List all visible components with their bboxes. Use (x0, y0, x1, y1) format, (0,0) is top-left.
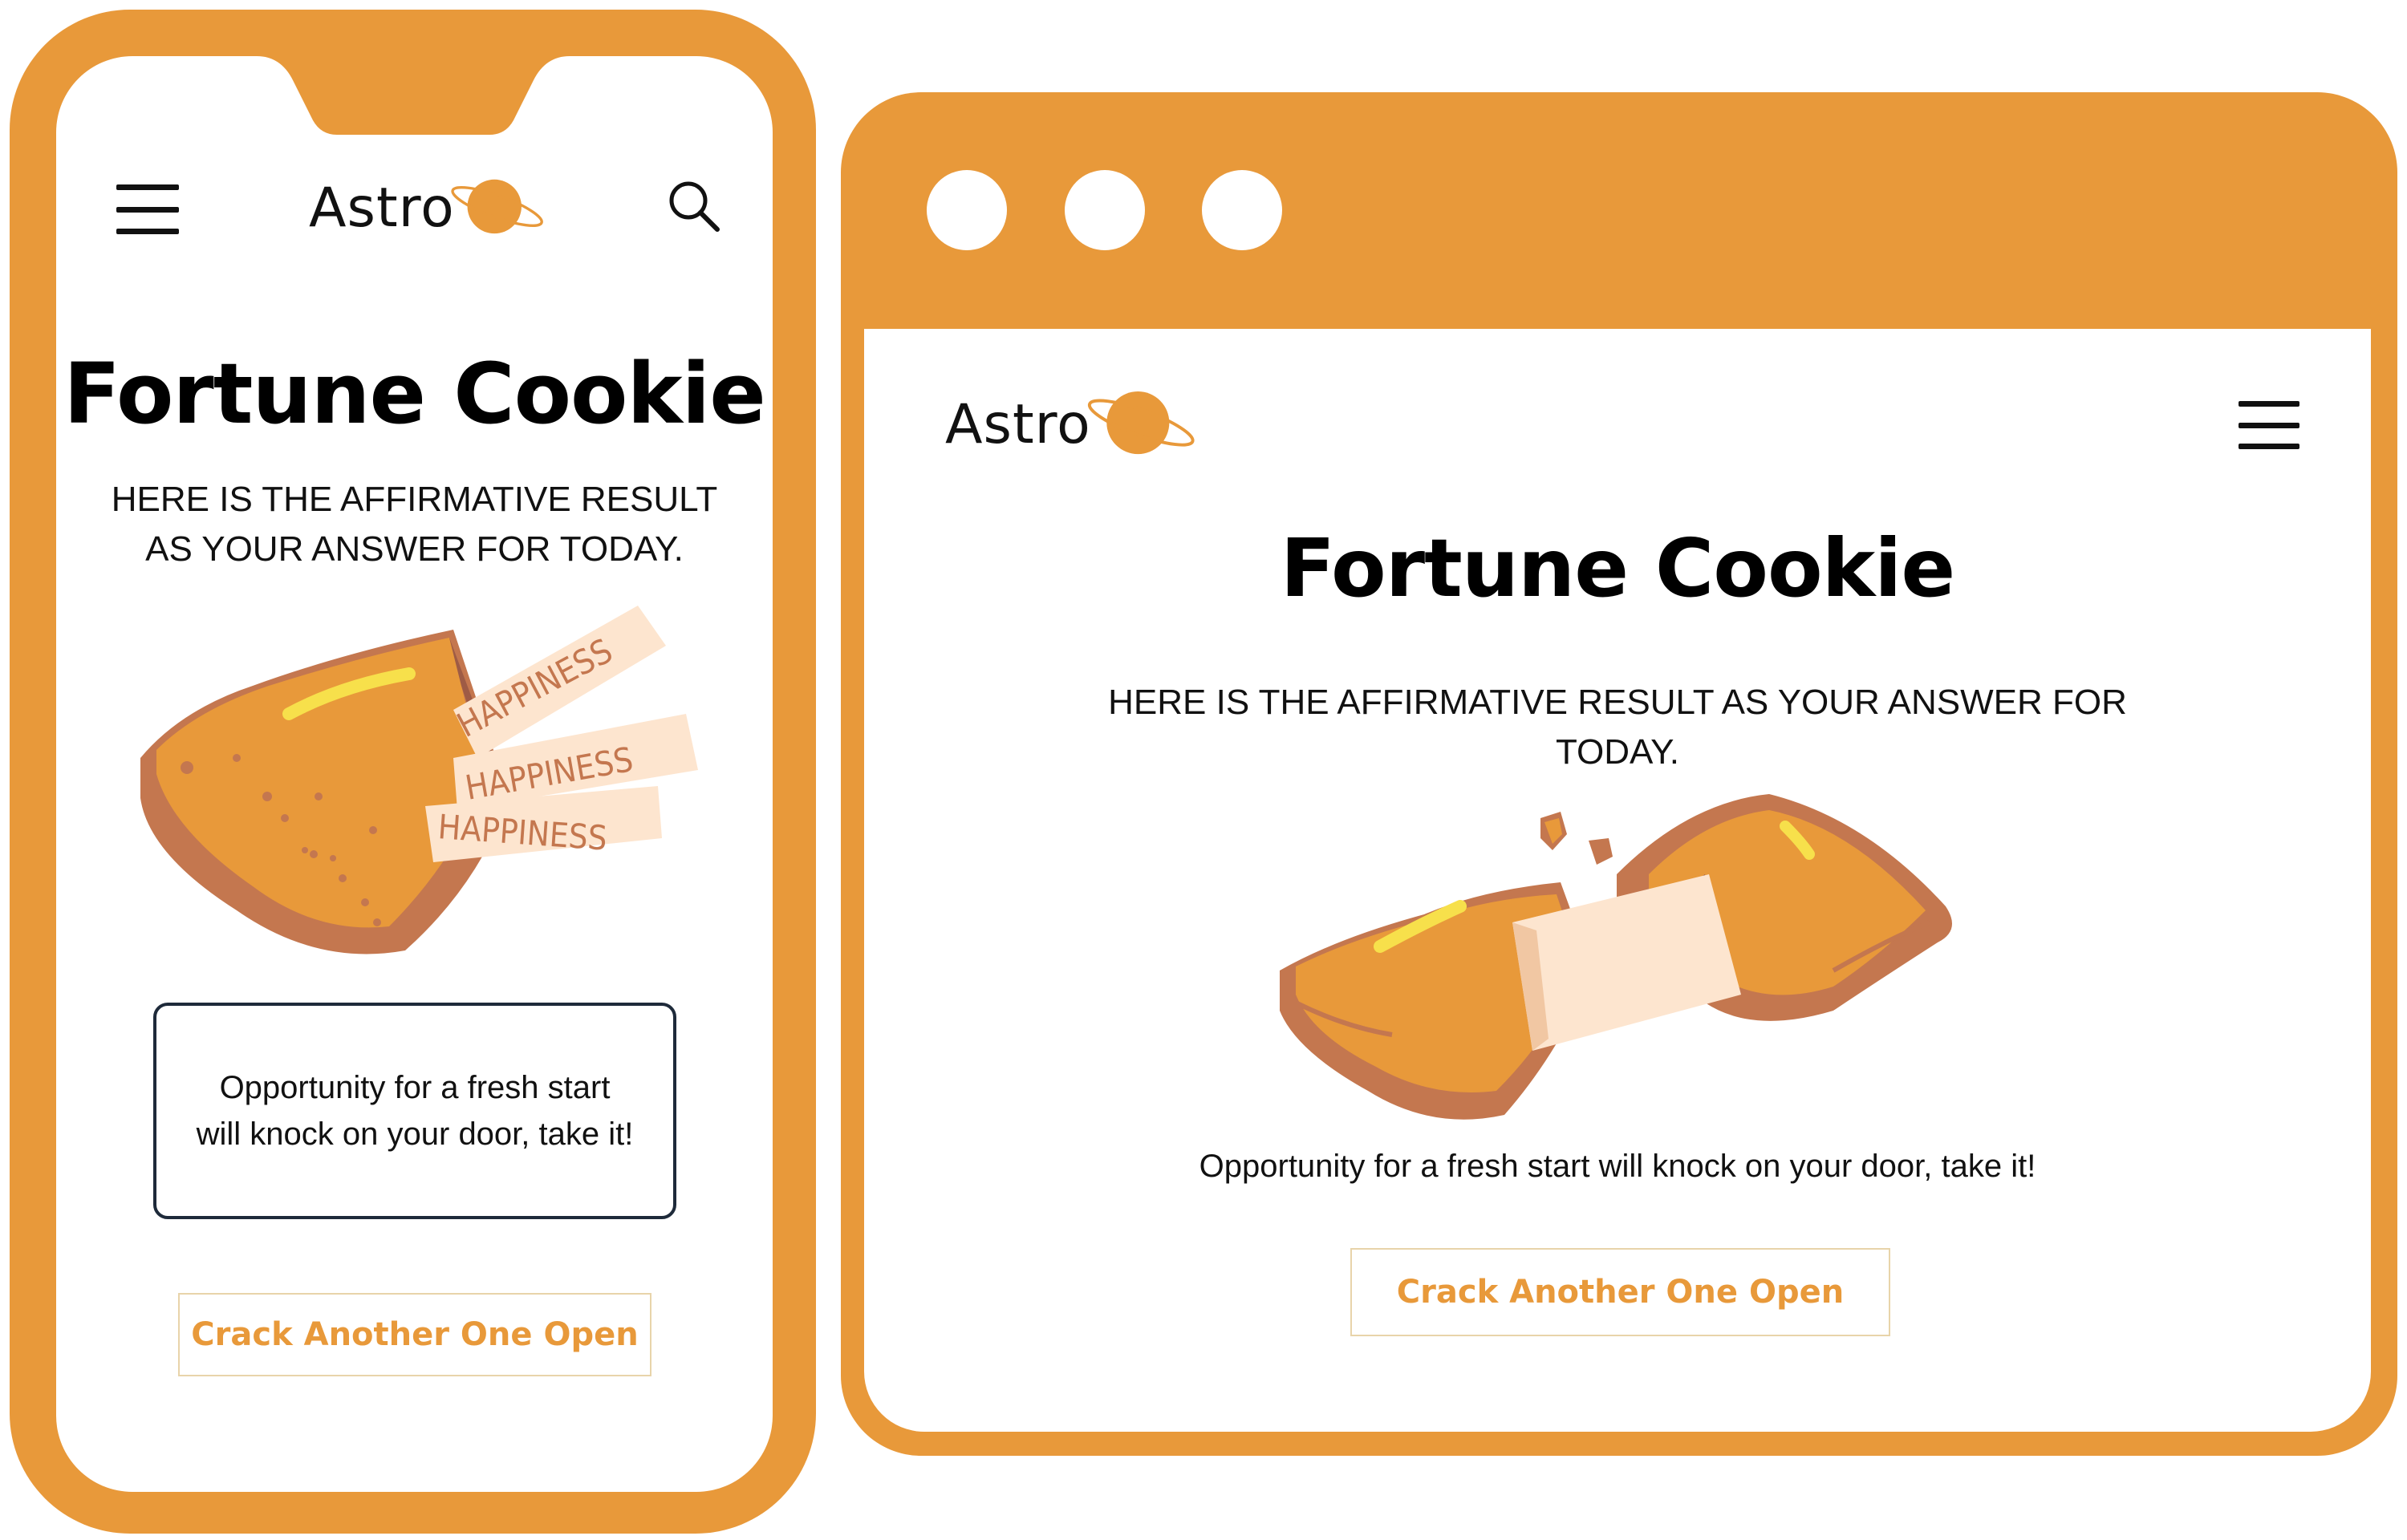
page-subtitle: HERE IS THE AFFIRMATIVE RESULT AS YOUR A… (56, 475, 773, 573)
crack-another-button[interactable]: Crack Another One Open (1350, 1248, 1890, 1336)
hamburger-icon-line (116, 206, 179, 213)
window-control-dot[interactable] (1065, 170, 1145, 250)
broken-cookie-illustration (1280, 794, 1952, 1120)
planet-icon (451, 179, 543, 234)
hamburger-icon-line (2239, 401, 2299, 407)
hamburger-icon-line (116, 229, 179, 234)
subtitle-line: HERE IS THE AFFIRMATIVE RESULT AS YOUR A… (1108, 683, 2127, 722)
desktop-logo[interactable]: Astro (945, 385, 1202, 465)
hamburger-icon-line (2239, 444, 2299, 449)
subtitle-line: HERE IS THE AFFIRMATIVE RESULT (111, 480, 718, 519)
window-control-dot[interactable] (927, 170, 1007, 250)
page-title: Fortune Cookie (63, 345, 766, 443)
page-title: Fortune Cookie (1280, 521, 1956, 615)
mobile-menu-button[interactable] (116, 184, 179, 234)
subtitle-line: TODAY. (1555, 732, 1680, 772)
fortune-line: Opportunity for a fresh start (219, 1070, 611, 1105)
search-icon[interactable] (666, 178, 722, 234)
planet-icon (1087, 391, 1195, 455)
fortune-cookie-illustration: HAPPINESS HAPPINESS HAPPINESS (140, 606, 698, 954)
fortune-line: will knock on your door, take it! (196, 1116, 634, 1152)
hamburger-icon-line (116, 184, 179, 190)
fortune-box: Opportunity for a fresh start will knock… (153, 1003, 676, 1219)
crack-another-button[interactable]: Crack Another One Open (178, 1293, 651, 1376)
hamburger-icon-line (2239, 422, 2299, 428)
fortune-text: Opportunity for a fresh start will knock… (1199, 1149, 2036, 1184)
window-control-dot[interactable] (1202, 170, 1282, 250)
logo-text: Astro (945, 393, 1091, 456)
logo-text: Astro (309, 176, 455, 240)
page-subtitle: HERE IS THE AFFIRMATIVE RESULT AS YOUR A… (864, 678, 2371, 776)
subtitle-line: AS YOUR ANSWER FOR TODAY. (145, 529, 684, 569)
mobile-logo[interactable]: Astro (309, 168, 550, 249)
desktop-menu-button[interactable] (2239, 401, 2299, 449)
phone-notch (225, 48, 602, 135)
